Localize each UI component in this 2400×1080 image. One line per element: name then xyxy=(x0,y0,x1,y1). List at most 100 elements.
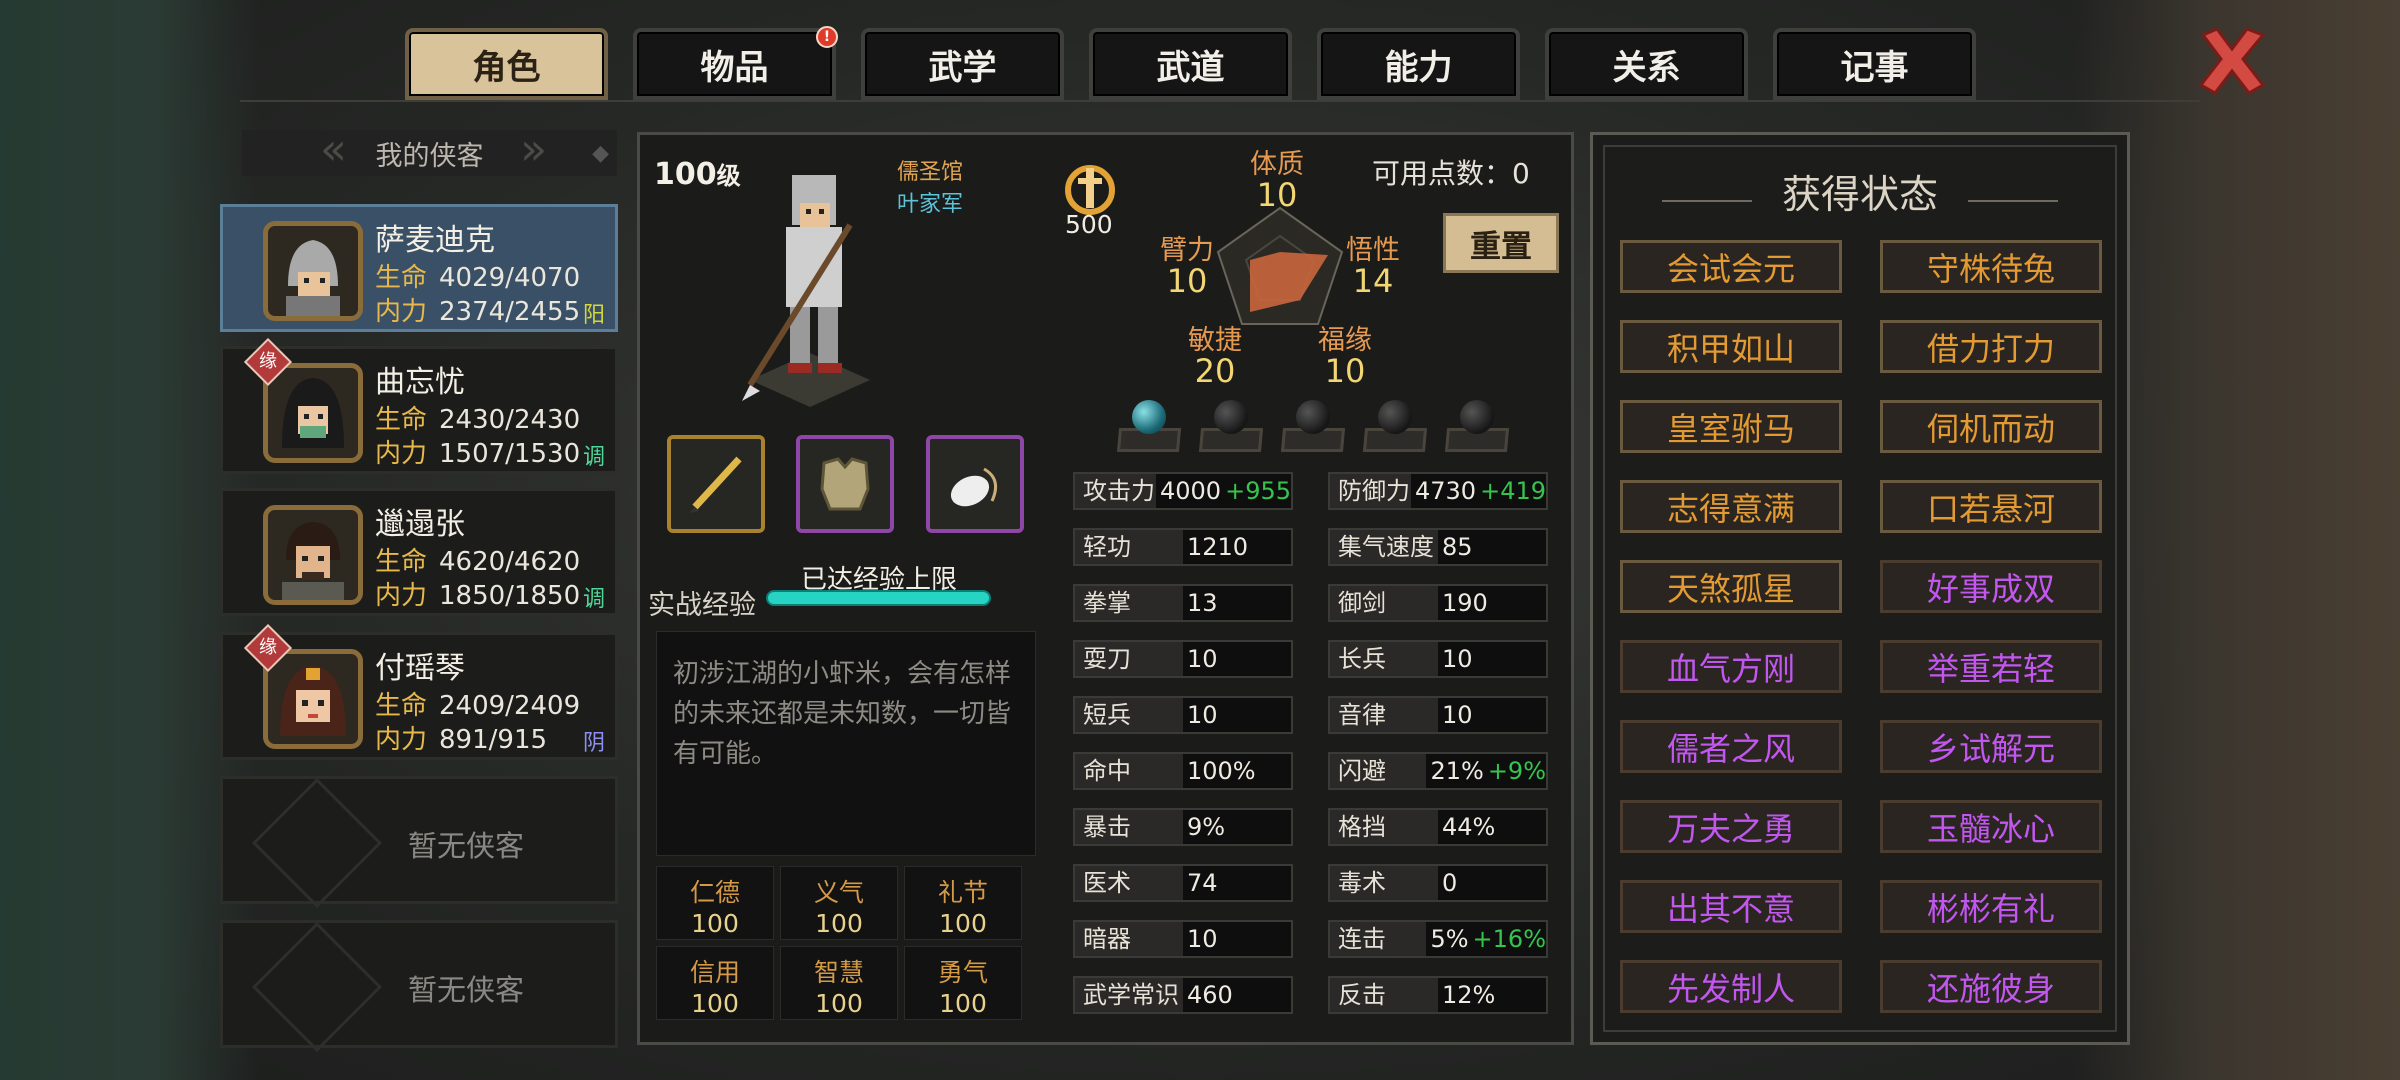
chevron-left-icon[interactable]: « xyxy=(320,124,347,175)
status-tag[interactable]: 会试会元 xyxy=(1620,240,1842,293)
attr-value: 10 xyxy=(1324,352,1366,390)
tab-martial-arts[interactable]: 武学 xyxy=(861,28,1064,100)
equip-weapon-slot[interactable] xyxy=(667,435,765,533)
stat-label: 武学常识 xyxy=(1075,978,1183,1012)
stat-label: 耍刀 xyxy=(1075,642,1183,676)
status-tag[interactable]: 万夫之勇 xyxy=(1620,800,1842,853)
equip-armor-slot[interactable] xyxy=(796,435,894,533)
status-tag[interactable]: 伺机而动 xyxy=(1880,400,2102,453)
brush-weapon-icon xyxy=(689,456,742,513)
tab-martial-way[interactable]: 武道 xyxy=(1089,28,1292,100)
stat-row: 长兵 10 xyxy=(1328,640,1548,678)
tab-label: 武学 xyxy=(928,47,997,88)
status-tag[interactable]: 儒者之风 xyxy=(1620,720,1842,773)
level-display: 100级 xyxy=(654,156,741,192)
status-tag[interactable]: 血气方刚 xyxy=(1620,640,1842,693)
status-tag[interactable]: 彬彬有礼 xyxy=(1880,880,2102,933)
attr-luck: 福缘 10 xyxy=(1318,326,1372,390)
available-points-label: 可用点数： xyxy=(1372,157,1513,190)
stat-label: 集气速度 xyxy=(1330,530,1438,564)
chevron-right-icon[interactable]: » xyxy=(520,124,547,175)
stat-row: 格挡 44% xyxy=(1328,808,1548,846)
party-member-1[interactable]: 萨麦迪克 生命 4029/4070 内力 2374/2455 阳 xyxy=(220,204,618,332)
orb-slot[interactable] xyxy=(1198,400,1264,456)
tab-journal[interactable]: 记事 xyxy=(1773,28,1976,100)
virtue-value: 100 xyxy=(691,909,739,938)
stat-value: 74 xyxy=(1187,869,1218,897)
status-tag[interactable]: 举重若轻 xyxy=(1880,640,2102,693)
stat-row: 医术 74 xyxy=(1073,864,1293,902)
alignment-tag: 阴 xyxy=(582,731,605,756)
virtue-label: 义气 xyxy=(813,878,864,907)
empty-slot[interactable]: 暂无侠客 xyxy=(220,920,618,1053)
attr-constitution: 体质 10 xyxy=(1250,150,1304,214)
tab-character[interactable]: 角色 xyxy=(405,28,608,100)
stat-value: 10 xyxy=(1187,701,1218,729)
stat-label: 毒术 xyxy=(1330,866,1438,900)
party-member-4[interactable]: 缘 付瑶琴 生命 2409/2409 内力 891/915 阴 xyxy=(220,623,618,760)
virtue-label: 勇气 xyxy=(937,958,988,987)
equip-accessory-slot[interactable] xyxy=(926,435,1024,533)
status-tag[interactable]: 皇室驸马 xyxy=(1620,400,1842,453)
orb-slot[interactable] xyxy=(1362,400,1428,456)
stat-row: 命中 100% xyxy=(1073,752,1293,790)
stat-value: 1210 xyxy=(1187,533,1249,561)
empty-orb-icon xyxy=(1296,400,1330,434)
status-tag[interactable]: 口若悬河 xyxy=(1880,480,2102,533)
stat-value: 100% xyxy=(1187,757,1256,785)
status-tag[interactable]: 借力打力 xyxy=(1880,320,2102,373)
stat-row: 闪避 21% +9% xyxy=(1328,752,1548,790)
stat-label: 反击 xyxy=(1330,978,1438,1012)
stat-value: 85 xyxy=(1442,533,1473,561)
medal-value: 500 xyxy=(1065,210,1113,239)
stats-column-right: 防御力 4730 +419 集气速度 85 御剑 190 长兵 10 音律 10 闪避 21%… xyxy=(1328,472,1548,1014)
tab-abilities[interactable]: 能力 xyxy=(1317,28,1520,100)
mp-value: 2374/2455 xyxy=(439,297,581,327)
party-member-2[interactable]: 缘 曲忘忧 生命 2430/2430 内力 1507/1530 调 xyxy=(220,337,618,474)
stat-value: 13 xyxy=(1187,589,1218,617)
tab-relations[interactable]: 关系 xyxy=(1545,28,1748,100)
status-tag[interactable]: 出其不意 xyxy=(1620,880,1842,933)
attr-value: 10 xyxy=(1166,262,1208,300)
stat-value: 4000 xyxy=(1160,477,1222,505)
stat-label: 格挡 xyxy=(1330,810,1438,844)
attr-value: 10 xyxy=(1256,176,1298,214)
virtue-cell: 礼节 100 xyxy=(904,866,1022,940)
status-tag[interactable]: 天煞孤星 xyxy=(1620,560,1842,613)
title-ornament xyxy=(1968,200,2058,202)
orb-slot[interactable] xyxy=(1444,400,1510,456)
status-tag[interactable]: 守株待兔 xyxy=(1880,240,2102,293)
status-tag[interactable]: 还施彼身 xyxy=(1880,960,2102,1013)
empty-avatar-icon xyxy=(251,777,383,909)
orb-slot[interactable] xyxy=(1280,400,1346,456)
stat-bonus: +9% xyxy=(1487,757,1546,785)
reset-button[interactable]: 重置 xyxy=(1443,213,1559,273)
status-tag[interactable]: 好事成双 xyxy=(1880,560,2102,613)
party-member-3[interactable]: 邋遢张 生命 4620/4620 内力 1850/1850 调 xyxy=(220,488,618,616)
virtue-cell: 智慧 100 xyxy=(780,946,898,1020)
exp-label: 实战经验 xyxy=(648,590,756,621)
status-tag[interactable]: 玉髓冰心 xyxy=(1880,800,2102,853)
stat-label: 防御力 xyxy=(1330,474,1411,508)
status-list: 会试会元 守株待兔 积甲如山 借力打力 皇室驸马 伺机而动 志得意满 口若悬河 天煞孤星 好事成双… xyxy=(1620,240,2102,1013)
status-tag[interactable]: 积甲如山 xyxy=(1620,320,1842,373)
virtue-cell: 义气 100 xyxy=(780,866,898,940)
stat-label: 短兵 xyxy=(1075,698,1183,732)
party-header[interactable]: « 我的侠客 » ◆ xyxy=(242,124,617,176)
tab-items[interactable]: 物品! xyxy=(633,26,838,100)
avatar xyxy=(263,363,363,463)
hp-label: 生命 xyxy=(375,263,428,293)
orb-slot[interactable] xyxy=(1116,400,1182,456)
status-tag[interactable]: 志得意满 xyxy=(1620,480,1842,533)
empty-orb-icon xyxy=(1214,400,1248,434)
virtue-value: 100 xyxy=(939,989,987,1018)
stat-row: 集气速度 85 xyxy=(1328,528,1548,566)
status-tag[interactable]: 先发制人 xyxy=(1620,960,1842,1013)
empty-slot[interactable]: 暂无侠客 xyxy=(220,776,618,909)
attr-wisdom: 悟性 14 xyxy=(1346,236,1400,298)
close-button[interactable] xyxy=(2192,20,2272,100)
stat-row: 防御力 4730 +419 xyxy=(1328,472,1548,510)
status-tag[interactable]: 乡试解元 xyxy=(1880,720,2102,773)
stat-value: 9% xyxy=(1187,813,1226,841)
tab-label: 能力 xyxy=(1384,47,1453,88)
